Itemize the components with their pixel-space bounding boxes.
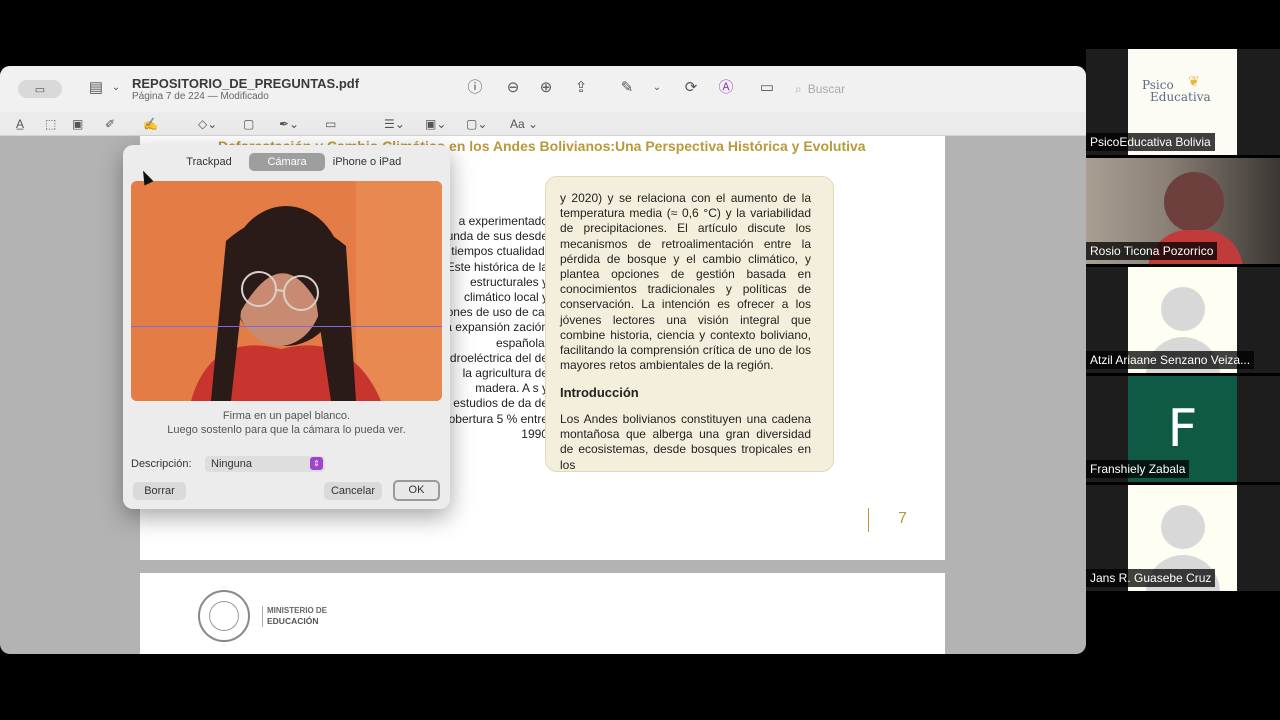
hint-line2: Luego sostenlo para que la cámara lo pue… <box>167 424 406 436</box>
cancel-button[interactable]: Cancelar <box>324 482 382 500</box>
page-number: 7 <box>898 510 907 527</box>
camera-person-image <box>131 181 442 401</box>
markup-icon[interactable]: Ⓐ <box>716 78 736 98</box>
section-heading: Introducción <box>560 385 639 400</box>
camera-hint: Firma en un papel blanco. Luego sostenlo… <box>123 409 450 437</box>
ministry-line2: EDUCACIÓN <box>267 616 319 626</box>
shape-style-icon[interactable]: ☰⌄ <box>384 115 405 133</box>
pdf-page-next: MINISTERIO DE EDUCACIÓN <box>140 573 945 654</box>
rect-selection-icon[interactable]: ⬚ <box>45 115 56 133</box>
participant-name: Rosio Ticona Pozorrico <box>1086 242 1218 260</box>
form-icon[interactable]: ▭ <box>757 78 777 98</box>
chevron-down-icon[interactable]: ⌄ <box>106 78 126 98</box>
ministry-line1: MINISTERIO DE <box>267 606 328 615</box>
intro-text: Los Andes bolivianos constituyen una cad… <box>560 412 811 472</box>
sidebar-icon: ▭ <box>34 83 46 96</box>
participant-tile[interactable]: ❦ Psico Educativa PsicoEducativa Bolivia <box>1086 49 1280 155</box>
description-select[interactable]: Ninguna ⇕ <box>205 456 325 472</box>
participant-tile[interactable]: Jans R. Guasebe Cruz <box>1086 485 1280 591</box>
bolivia-seal-logo <box>198 590 250 642</box>
document-title: REPOSITORIO_DE_PREGUNTAS.pdf <box>132 76 360 91</box>
zoom-in-icon[interactable]: ⊕ <box>536 78 556 98</box>
signature-dialog: Trackpad Cámara iPhone o iPad Firma en u… <box>123 145 450 509</box>
note-icon[interactable]: ▭ <box>325 115 336 133</box>
border-color-icon[interactable]: ▣⌄ <box>425 115 446 133</box>
zoom-out-icon[interactable]: ⊖ <box>503 78 523 98</box>
participant-name: PsicoEducativa Bolivia <box>1086 133 1215 151</box>
page-number-divider <box>868 508 869 532</box>
chevron-down-icon[interactable]: ⌄ <box>647 78 667 98</box>
draw-icon[interactable]: ✍ <box>143 115 158 133</box>
participant-tile[interactable]: F Franshiely Zabala <box>1086 376 1280 482</box>
participant-name: Franshiely Zabala <box>1086 460 1190 478</box>
sketch-icon[interactable]: ✐ <box>105 115 115 133</box>
clear-button[interactable]: Borrar <box>133 482 186 500</box>
participant-name: Atzil Ariaane Senzano Veiza... <box>1086 351 1255 369</box>
fill-color-icon[interactable]: ▢⌄ <box>466 115 487 133</box>
text-style-button[interactable]: Aa ⌄ <box>510 115 538 133</box>
search-placeholder: Buscar <box>807 82 846 96</box>
participant-name: Jans R. Guasebe Cruz <box>1086 569 1216 587</box>
participant-tile[interactable]: Rosio Ticona Pozorrico <box>1086 158 1280 264</box>
search-field[interactable]: ⌕ Buscar <box>795 79 1075 99</box>
markup-toolbar: A̲ ⬚ ▣ ✐ ✍ ◇⌄ ▢ ✒⌄ ▭ ☰⌄ ▣⌄ ▢⌄ Aa ⌄ <box>0 112 1086 136</box>
signature-icon[interactable]: ✒⌄ <box>279 115 299 133</box>
camera-guide-line <box>131 326 442 327</box>
signature-source-tabs: Trackpad Cámara iPhone o iPad <box>171 153 403 173</box>
highlight-pen-icon[interactable]: ✎ <box>617 78 637 98</box>
info-icon[interactable]: ⓘ <box>465 78 485 98</box>
tab-camera[interactable]: Cámara <box>249 153 325 171</box>
left-column-text: a experimentado unda de sus desde tiempo… <box>442 214 548 441</box>
share-icon[interactable]: ⇪ <box>571 78 591 98</box>
shapes-icon[interactable]: ◇⌄ <box>198 115 217 133</box>
rotate-icon[interactable]: ⟳ <box>681 78 701 98</box>
description-label: Descripción: <box>131 458 192 470</box>
document-subtitle: Página 7 de 224 — Modificado <box>132 91 269 102</box>
tab-iphone-ipad[interactable]: iPhone o iPad <box>327 153 407 171</box>
description-value: Ninguna <box>211 458 252 470</box>
hint-line1: Firma en un papel blanco. <box>222 410 351 422</box>
select-arrows-icon: ⇕ <box>310 457 323 470</box>
tab-trackpad[interactable]: Trackpad <box>171 153 247 171</box>
sidebar-toggle-button[interactable]: ▭ <box>18 80 62 98</box>
ministry-logo-text: MINISTERIO DE EDUCACIÓN <box>262 606 327 627</box>
search-icon: ⌕ <box>795 81 802 96</box>
right-column-text: y 2020) y se relaciona con el aumento de… <box>560 191 811 373</box>
view-menu-icon[interactable]: ▤ <box>86 78 106 98</box>
text-selection-icon[interactable]: A̲ <box>16 115 24 133</box>
logo-text-line2: Educativa <box>1150 90 1211 104</box>
camera-preview <box>131 181 442 401</box>
title-toolbar: ▭ ▤ ⌄ REPOSITORIO_DE_PREGUNTAS.pdf Págin… <box>0 66 1086 112</box>
ok-button[interactable]: OK <box>393 480 440 501</box>
text-box-icon[interactable]: ▢ <box>243 115 254 133</box>
text-style-label: Aa <box>510 117 525 131</box>
redact-icon[interactable]: ▣ <box>72 115 83 133</box>
participant-tile[interactable]: Atzil Ariaane Senzano Veiza... <box>1086 267 1280 373</box>
